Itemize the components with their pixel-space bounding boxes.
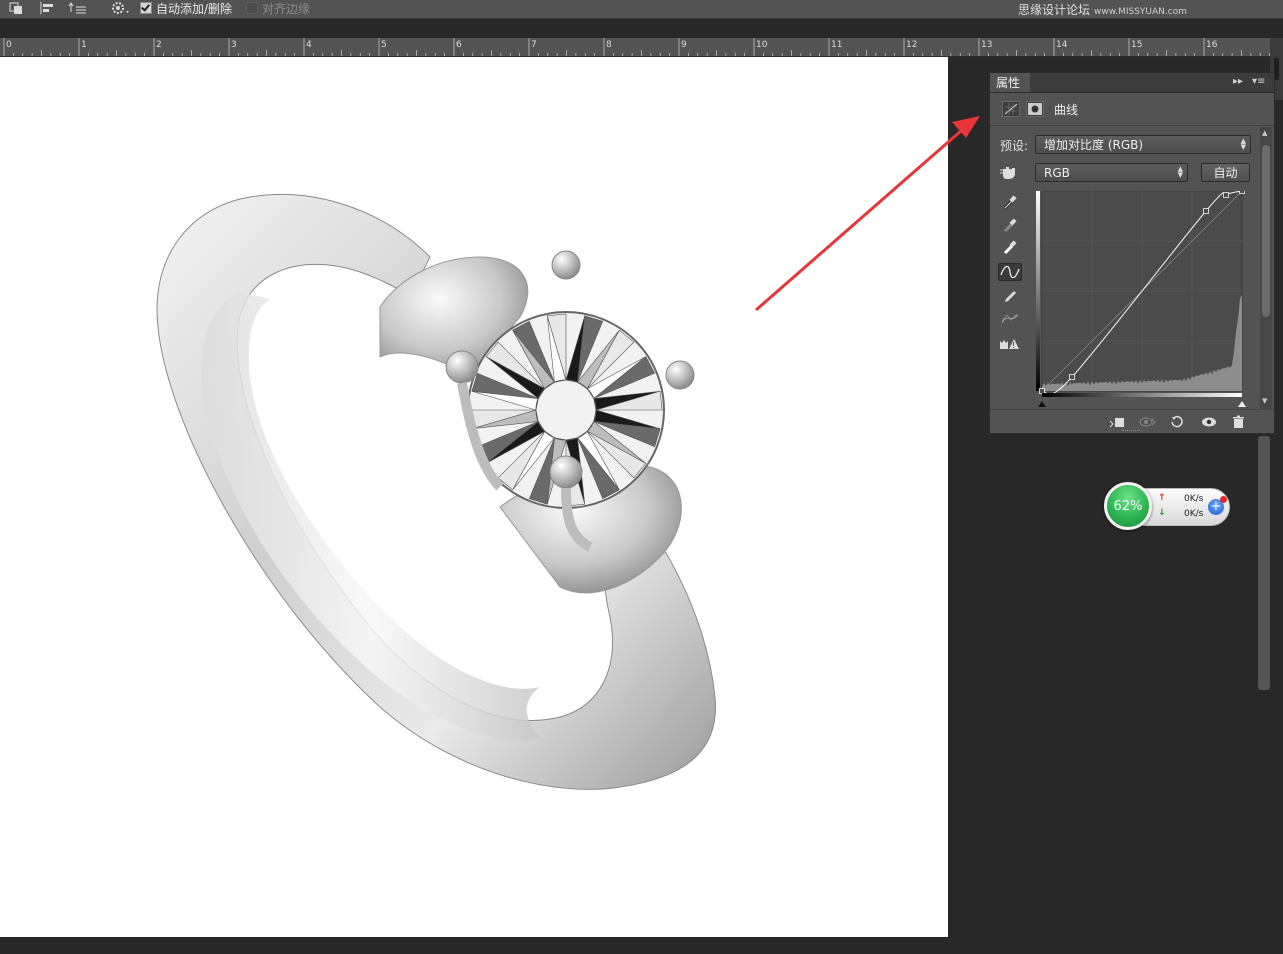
properties-header: 曲线: [990, 93, 1274, 126]
panel-resize-grip[interactable]: [1122, 430, 1142, 434]
ruler-label: 8: [606, 40, 612, 50]
auto-add-delete-label: 自动添加/删除: [156, 1, 233, 16]
adjustment-title: 曲线: [1054, 103, 1079, 117]
download-arrow-icon: ↓: [1158, 508, 1166, 518]
view-previous-state-icon[interactable]: [1138, 414, 1156, 430]
ruler-label: 14: [1056, 40, 1068, 50]
upload-arrow-icon: ↑: [1158, 493, 1166, 503]
layer-mask-icon[interactable]: [1026, 101, 1044, 117]
watermark-url: www.MISSYUAN.com: [1093, 7, 1187, 17]
ruler-label: 12: [906, 40, 918, 50]
align-edges-label: 对齐边缘: [262, 1, 311, 16]
smooth-curve-icon[interactable]: [998, 309, 1022, 327]
preset-select[interactable]: 增加对比度 (RGB) ▲ ▼: [1035, 135, 1251, 154]
ruler-ticks: [3, 38, 1270, 56]
channel-value: RGB: [1044, 165, 1070, 180]
ruler-label: 11: [831, 40, 843, 50]
ruler-label: 5: [381, 40, 387, 50]
annotation-arrow-head: [952, 116, 980, 138]
ruler-label: 6: [456, 40, 462, 50]
download-speed: 0K/s: [1184, 509, 1204, 519]
pencil-draw-icon[interactable]: [998, 287, 1022, 305]
curve-point-tool-icon[interactable]: [998, 263, 1022, 281]
checkbox-checked-icon: [140, 2, 152, 14]
scrollbar-thumb[interactable]: [1262, 145, 1270, 317]
clip-to-layer-icon[interactable]: [1108, 414, 1126, 430]
gray-point-eyedropper-icon[interactable]: [998, 216, 1022, 234]
panel-scrollbar[interactable]: ▲ ▼: [1260, 127, 1272, 409]
black-input-slider-icon[interactable]: [1038, 401, 1046, 407]
select-arrows-icon: ▲ ▼: [1240, 137, 1246, 151]
notification-dot: [1220, 496, 1227, 503]
preset-label: 预设:: [1000, 139, 1029, 153]
watermark-text: 思缘设计论坛: [1017, 3, 1090, 17]
properties-tab-label: 属性: [996, 76, 1021, 90]
upload-speed: 0K/s: [1184, 494, 1204, 504]
ruler-label: 9: [681, 40, 687, 50]
curve-control-point[interactable]: [1069, 374, 1075, 380]
ruler-label: 10: [756, 40, 768, 50]
curves-graph[interactable]: [1036, 191, 1246, 409]
ruler-label: 4: [306, 40, 312, 50]
dock-scrollbar-thumb[interactable]: [1258, 436, 1270, 690]
trash-icon[interactable]: [1230, 414, 1248, 430]
ruler-label: 2: [156, 40, 162, 50]
ruler-label: 3: [231, 40, 237, 50]
collapse-panel-icon[interactable]: ▸▸: [1233, 76, 1243, 87]
curve-control-point[interactable]: [1239, 191, 1245, 194]
ruler-label: 13: [981, 40, 993, 50]
pen-tool-path-ops-icon[interactable]: [8, 0, 28, 16]
ring-image: [156, 194, 717, 790]
path-alignment-icon[interactable]: [38, 0, 58, 16]
ruler-label: 0: [6, 40, 12, 50]
svg-text:!: !: [1012, 341, 1015, 350]
gear-icon[interactable]: [110, 0, 132, 16]
curves-adjustment-icon[interactable]: [1002, 101, 1020, 117]
auto-button[interactable]: 自动: [1201, 163, 1250, 182]
clipping-warning-icon[interactable]: !: [998, 335, 1022, 353]
curve-control-point[interactable]: [1223, 192, 1229, 198]
ruler-label: 7: [531, 40, 537, 50]
curve-control-point[interactable]: [1039, 388, 1045, 394]
channel-select[interactable]: RGB ▲ ▼: [1035, 163, 1188, 182]
checkbox-unchecked-icon: [246, 2, 258, 14]
tab-properties[interactable]: 属性: [990, 73, 1031, 92]
memory-percent: 62%: [1113, 498, 1143, 514]
horizontal-ruler[interactable]: 0 1 2 3 4 5 6 7 8 9 10 11 12 13 14 15 16: [0, 38, 1270, 57]
white-point-eyedropper-icon[interactable]: [998, 238, 1022, 256]
targeted-adjustment-hand-icon[interactable]: [998, 163, 1022, 181]
memory-usage-ball[interactable]: 62%: [1104, 482, 1152, 530]
curve-control-point[interactable]: [1203, 208, 1209, 214]
ruler-label: 16: [1206, 40, 1218, 50]
properties-tabbar: 属性 ▸▸ ▾≡: [990, 73, 1274, 93]
white-input-slider-icon[interactable]: [1238, 401, 1246, 407]
panel-menu-icon[interactable]: ▾≡: [1252, 76, 1265, 87]
options-bar: 自动添加/删除 对齐边缘 思缘设计论坛 www.MISSYUAN.com: [0, 0, 1283, 19]
document-canvas[interactable]: [0, 57, 948, 937]
auto-add-delete-checkbox[interactable]: 自动添加/删除: [140, 0, 232, 16]
watermark: 思缘设计论坛 www.MISSYUAN.com: [1018, 1, 1187, 18]
ruler-label: 15: [1131, 40, 1143, 50]
preset-value: 增加对比度 (RGB): [1044, 138, 1144, 152]
auto-button-label: 自动: [1213, 166, 1238, 180]
properties-panel: 属性 ▸▸ ▾≡ 曲线 预设: 增加对比度 (RGB) ▲ ▼ RGB ▲ ▼ 自动: [989, 72, 1275, 434]
path-arrangement-icon[interactable]: [68, 0, 90, 16]
reset-icon[interactable]: [1168, 414, 1186, 430]
network-speed-widget[interactable]: 62% ↑ ↓ 0K/s 0K/s +: [1104, 482, 1232, 532]
select-arrows-icon: ▲ ▼: [1177, 165, 1183, 179]
black-point-eyedropper-icon[interactable]: [998, 193, 1022, 211]
toggle-visibility-eye-icon[interactable]: [1200, 414, 1218, 430]
ruler-label: 1: [81, 40, 87, 50]
align-edges-checkbox[interactable]: 对齐边缘: [246, 0, 310, 16]
